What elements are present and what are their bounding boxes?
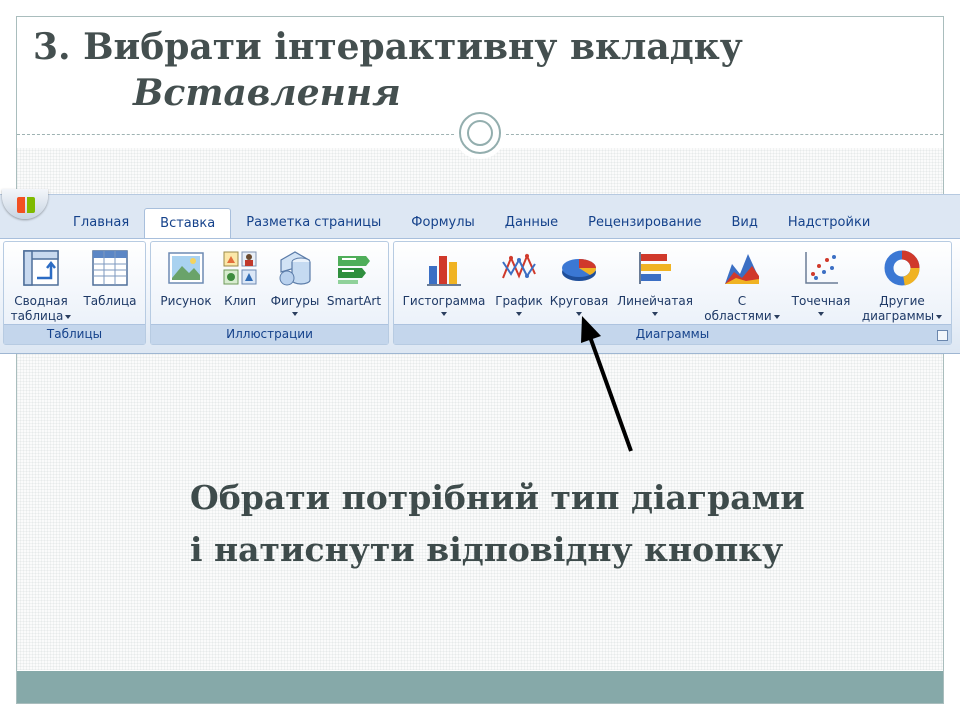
pointer-arrow-shaft bbox=[587, 333, 633, 452]
column-chart-button[interactable]: Гистограмма bbox=[396, 246, 492, 326]
column-chart-label: Гистограмма bbox=[396, 294, 492, 316]
line-chart-label: График bbox=[492, 294, 546, 316]
office-button[interactable] bbox=[2, 189, 48, 219]
scatter-chart-icon bbox=[805, 252, 838, 284]
decorative-ring-icon bbox=[459, 112, 501, 154]
decorative-ring-inner bbox=[467, 120, 493, 146]
scatter-chart-button[interactable]: Точечная bbox=[784, 246, 858, 326]
group-illustrations: Рисунок Клип Фигуры SmartArt Иллюстрации bbox=[150, 241, 389, 345]
pivot-table-icon bbox=[23, 250, 59, 286]
instruction-text: Обрати потрібний тип діаграми і натиснут… bbox=[190, 472, 805, 576]
area-chart-label-line1: С bbox=[737, 294, 747, 308]
tab-page-layout[interactable]: Разметка страницы bbox=[231, 208, 396, 238]
chevron-down-icon bbox=[936, 314, 943, 319]
scatter-chart-label: Точечная bbox=[784, 294, 858, 316]
chevron-down-icon bbox=[292, 312, 298, 316]
tab-insert[interactable]: Вставка bbox=[144, 208, 232, 238]
clip-art-button[interactable]: Клип bbox=[217, 246, 263, 326]
tab-home[interactable]: Главная bbox=[58, 208, 144, 238]
table-icon bbox=[92, 250, 128, 286]
smartart-icon bbox=[338, 256, 370, 284]
line-chart-label-text: График bbox=[495, 294, 543, 308]
area-chart-icon bbox=[725, 254, 759, 284]
chevron-down-icon bbox=[818, 312, 824, 316]
shapes-button[interactable]: Фигуры bbox=[265, 246, 325, 326]
chevron-down-icon bbox=[516, 312, 522, 316]
picture-button[interactable]: Рисунок bbox=[155, 246, 217, 326]
tab-view[interactable]: Вид bbox=[717, 208, 773, 238]
clip-art-label: Клип bbox=[224, 294, 256, 308]
picture-icon bbox=[168, 252, 204, 284]
pointer-arrow bbox=[581, 316, 633, 452]
tab-data[interactable]: Данные bbox=[490, 208, 573, 238]
instruction-line-2: і натиснути відповідну кнопку bbox=[190, 530, 784, 569]
doughnut-chart-icon bbox=[884, 250, 920, 286]
shapes-icon bbox=[279, 251, 311, 286]
bar-chart-icon bbox=[639, 252, 671, 284]
excel-ribbon: Главная Вставка Разметка страницы Формул… bbox=[0, 189, 960, 354]
dialog-launcher-icon[interactable] bbox=[937, 330, 948, 341]
slide-title: 3. Вибрати інтерактивну вкладку Вставлен… bbox=[33, 24, 743, 116]
column-chart-icon bbox=[427, 256, 461, 286]
other-charts-label-line2: диаграммы bbox=[861, 309, 935, 323]
tab-formulas[interactable]: Формулы bbox=[396, 208, 489, 238]
chevron-down-icon bbox=[773, 314, 780, 319]
other-charts-label: Другие диаграммы bbox=[856, 294, 948, 324]
table-button[interactable]: Таблица bbox=[78, 246, 142, 326]
office-logo-icon bbox=[17, 197, 35, 213]
table-label: Таблица bbox=[83, 294, 137, 308]
pivot-table-label-line2: таблица bbox=[10, 309, 64, 323]
title-line-1: 3. Вибрати інтерактивну вкладку bbox=[33, 26, 743, 68]
ribbon-tabs: Главная Вставка Разметка страницы Формул… bbox=[58, 208, 885, 238]
tab-review[interactable]: Рецензирование bbox=[573, 208, 716, 238]
clip-art-icon bbox=[223, 251, 257, 285]
scatter-chart-label-text: Точечная bbox=[791, 294, 851, 308]
other-charts-label-line1: Другие bbox=[879, 294, 925, 308]
smartart-label: SmartArt bbox=[326, 294, 382, 308]
ribbon-panel-insert: Сводная таблица Таблица Таблицы Рисунок … bbox=[0, 238, 960, 351]
chevron-down-icon bbox=[441, 312, 447, 316]
group-label-illustrations: Иллюстрации bbox=[151, 324, 388, 344]
area-chart-button[interactable]: С областями bbox=[698, 246, 786, 326]
group-tables: Сводная таблица Таблица Таблицы bbox=[3, 241, 146, 345]
smartart-button[interactable]: SmartArt bbox=[323, 246, 385, 326]
area-chart-label-line2: областями bbox=[704, 309, 772, 323]
chevron-down-icon bbox=[65, 314, 72, 319]
picture-label: Рисунок bbox=[160, 294, 212, 308]
pivot-table-label-line1: Сводная bbox=[14, 294, 68, 308]
group-label-tables: Таблицы bbox=[4, 324, 145, 344]
tab-add-ins[interactable]: Надстройки bbox=[773, 208, 885, 238]
pointer-arrow-head bbox=[581, 316, 601, 343]
title-line-2: Вставлення bbox=[133, 72, 401, 114]
other-charts-button[interactable]: Другие диаграммы bbox=[856, 246, 948, 326]
area-chart-label: С областями bbox=[698, 294, 786, 324]
pie-chart-icon bbox=[562, 259, 597, 281]
footer-band bbox=[17, 671, 943, 703]
column-chart-label-text: Гистограмма bbox=[402, 294, 486, 308]
pivot-table-label: Сводная таблица bbox=[8, 294, 74, 324]
instruction-line-1: Обрати потрібний тип діаграми bbox=[190, 478, 805, 517]
line-chart-icon bbox=[502, 253, 536, 279]
shapes-label-text: Фигуры bbox=[270, 294, 320, 308]
line-chart-button[interactable]: График bbox=[492, 246, 546, 326]
shapes-label: Фигуры bbox=[265, 294, 325, 316]
pivot-table-button[interactable]: Сводная таблица bbox=[8, 246, 74, 326]
